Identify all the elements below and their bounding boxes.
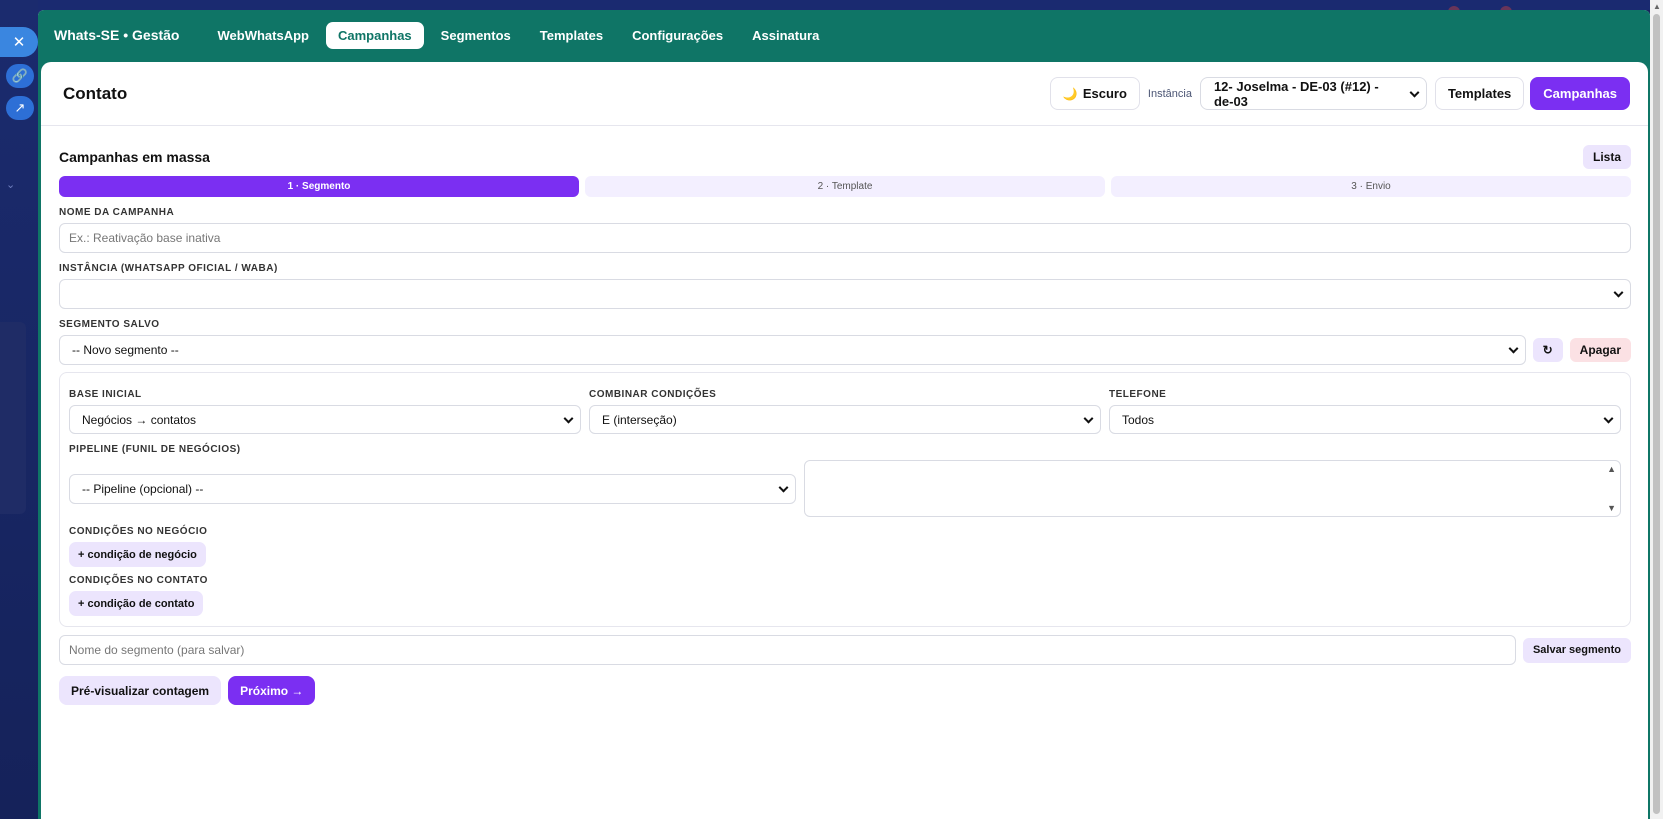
saved-segment-select[interactable]: -- Novo segmento -- [59, 335, 1526, 365]
phone-select-value: Todos [1122, 412, 1155, 427]
chevron-down-icon [1613, 287, 1624, 298]
nav-item-segmentos[interactable]: Segmentos [429, 22, 523, 49]
base-select[interactable]: Negócios → contatos [69, 405, 581, 434]
page-title: Contato [63, 83, 128, 103]
deal-conditions-label: CONDIÇÕES NO NEGÓCIO [69, 526, 208, 537]
step-envio[interactable]: 3 · Envio [1111, 176, 1631, 197]
link-icon[interactable]: 🔗 [6, 64, 34, 88]
campaign-name-input[interactable] [59, 223, 1631, 253]
pipeline-stages-listbox[interactable]: ▲ ▼ [804, 460, 1621, 517]
refresh-icon: ↻ [1542, 343, 1553, 357]
waba-instance-select[interactable] [59, 279, 1631, 309]
nav-item-assinatura[interactable]: Assinatura [740, 22, 831, 49]
add-contact-condition-button[interactable]: + condição de contato [69, 591, 204, 616]
add-deal-condition-button[interactable]: + condição de negócio [69, 542, 206, 567]
pipeline-select[interactable]: -- Pipeline (opcional) -- [69, 473, 796, 504]
filter-box: BASE INICIAL Negócios → contatos COMBINA… [59, 372, 1631, 627]
nav-item-campanhas[interactable]: Campanhas [325, 21, 424, 49]
host-top-strip [38, 0, 1663, 18]
contact-conditions-label: CONDIÇÕES NO CONTATO [69, 575, 208, 586]
page-header: Contato 🌙 Escuro Instância 12- Joselma -… [41, 62, 1648, 126]
scroll-up-icon[interactable]: ▲ [1607, 464, 1616, 474]
theme-toggle-button[interactable]: 🌙 Escuro [1049, 77, 1140, 110]
scroll-down-icon[interactable]: ▼ [1607, 503, 1616, 513]
nav-item-webwhatsapp[interactable]: WebWhatsApp [205, 22, 320, 49]
campaign-name-label: NOME DA CAMPANHA [59, 207, 175, 218]
saved-segment-row: -- Novo segmento -- ↻ Apagar [59, 335, 1631, 365]
next-button[interactable]: Próximo → [228, 676, 316, 705]
chevron-down-icon [1603, 413, 1614, 424]
chevron-down-icon [1083, 413, 1094, 424]
pipeline-label: PIPELINE (FUNIL DE NEGÓCIOS) [69, 444, 241, 455]
scroll-up-icon[interactable]: ▲ [1653, 2, 1661, 11]
moon-icon: 🌙 [1062, 86, 1078, 101]
wizard-steps: 1 · Segmento 2 · Template 3 · Envio [59, 176, 1631, 197]
save-segment-button[interactable]: Salvar segmento [1522, 637, 1631, 663]
instance-select-value: 12- Joselma - DE-03 (#12) - de-03 [1213, 78, 1379, 109]
combine-label: COMBINAR CONDIÇÕES [589, 389, 717, 400]
nav-item-templates[interactable]: Templates [528, 22, 615, 49]
pipeline-row: -- Pipeline (opcional) -- ▲ ▼ [69, 460, 1621, 517]
chevron-down-icon [778, 482, 789, 493]
saved-segment-value: -- Novo segmento -- [72, 343, 179, 357]
close-icon[interactable]: ✕ [0, 27, 38, 57]
phone-field: TELEFONE Todos [1109, 379, 1621, 434]
content-area: Contato 🌙 Escuro Instância 12- Joselma -… [38, 60, 1650, 819]
step-template[interactable]: 2 · Template [585, 176, 1105, 197]
host-sidebar: ✕ 🔗 ↗ ⌄ [0, 0, 38, 819]
delete-segment-button[interactable]: Apagar [1569, 338, 1631, 362]
main-card: Contato 🌙 Escuro Instância 12- Joselma -… [41, 62, 1648, 819]
filter-grid: BASE INICIAL Negócios → contatos COMBINA… [69, 379, 1621, 434]
saved-segment-label: SEGMENTO SALVO [59, 319, 160, 330]
refresh-button[interactable]: ↻ [1532, 338, 1563, 362]
campaign-form: Campanhas em massa Lista 1 · Segmento 2 … [41, 126, 1648, 705]
base-label: BASE INICIAL [69, 389, 142, 400]
section-header: Campanhas em massa Lista [59, 138, 1631, 176]
phone-select[interactable]: Todos [1109, 405, 1621, 434]
page-scrollbar[interactable]: ▲ [1650, 0, 1663, 819]
host-panel [0, 322, 26, 514]
step-segmento[interactable]: 1 · Segmento [59, 176, 579, 197]
preview-count-button[interactable]: Pré-visualizar contagem [59, 676, 222, 705]
scrollbar-thumb[interactable] [1653, 14, 1660, 814]
instance-label: Instância [1147, 87, 1192, 100]
form-actions: Pré-visualizar contagem Próximo → [59, 676, 1631, 705]
templates-button[interactable]: Templates [1434, 77, 1525, 110]
segment-name-input[interactable] [59, 635, 1516, 665]
chevron-down-icon [563, 413, 574, 424]
instance-select[interactable]: 12- Joselma - DE-03 (#12) - de-03 [1199, 77, 1427, 110]
chevron-down-icon [1508, 343, 1519, 354]
campaigns-button[interactable]: Campanhas [1530, 77, 1630, 110]
brand-logo: Whats-SE • Gestão [54, 27, 180, 43]
combine-field: COMBINAR CONDIÇÕES E (interseção) [589, 379, 1101, 434]
combine-select[interactable]: E (interseção) [589, 405, 1101, 434]
waba-instance-label: INSTÂNCIA (WHATSAPP OFICIAL / WABA) [59, 263, 278, 274]
pipeline-select-value: -- Pipeline (opcional) -- [82, 481, 204, 496]
list-button[interactable]: Lista [1582, 145, 1631, 169]
section-title: Campanhas em massa [59, 149, 210, 165]
external-link-icon[interactable]: ↗ [6, 96, 34, 120]
top-navbar: Whats-SE • Gestão WebWhatsApp Campanhas … [38, 10, 1650, 60]
app-window: Whats-SE • Gestão WebWhatsApp Campanhas … [38, 10, 1650, 819]
chevron-down-icon [1409, 87, 1420, 98]
save-segment-row: Salvar segmento [59, 635, 1631, 665]
theme-toggle-label: Escuro [1082, 86, 1127, 101]
nav-item-configuracoes[interactable]: Configurações [620, 22, 735, 49]
chevron-down-icon: ⌄ [6, 179, 16, 191]
phone-label: TELEFONE [1109, 389, 1167, 400]
base-field: BASE INICIAL Negócios → contatos [69, 379, 581, 434]
combine-select-value: E (interseção) [602, 412, 677, 427]
base-select-value: Negócios → contatos [82, 412, 197, 427]
